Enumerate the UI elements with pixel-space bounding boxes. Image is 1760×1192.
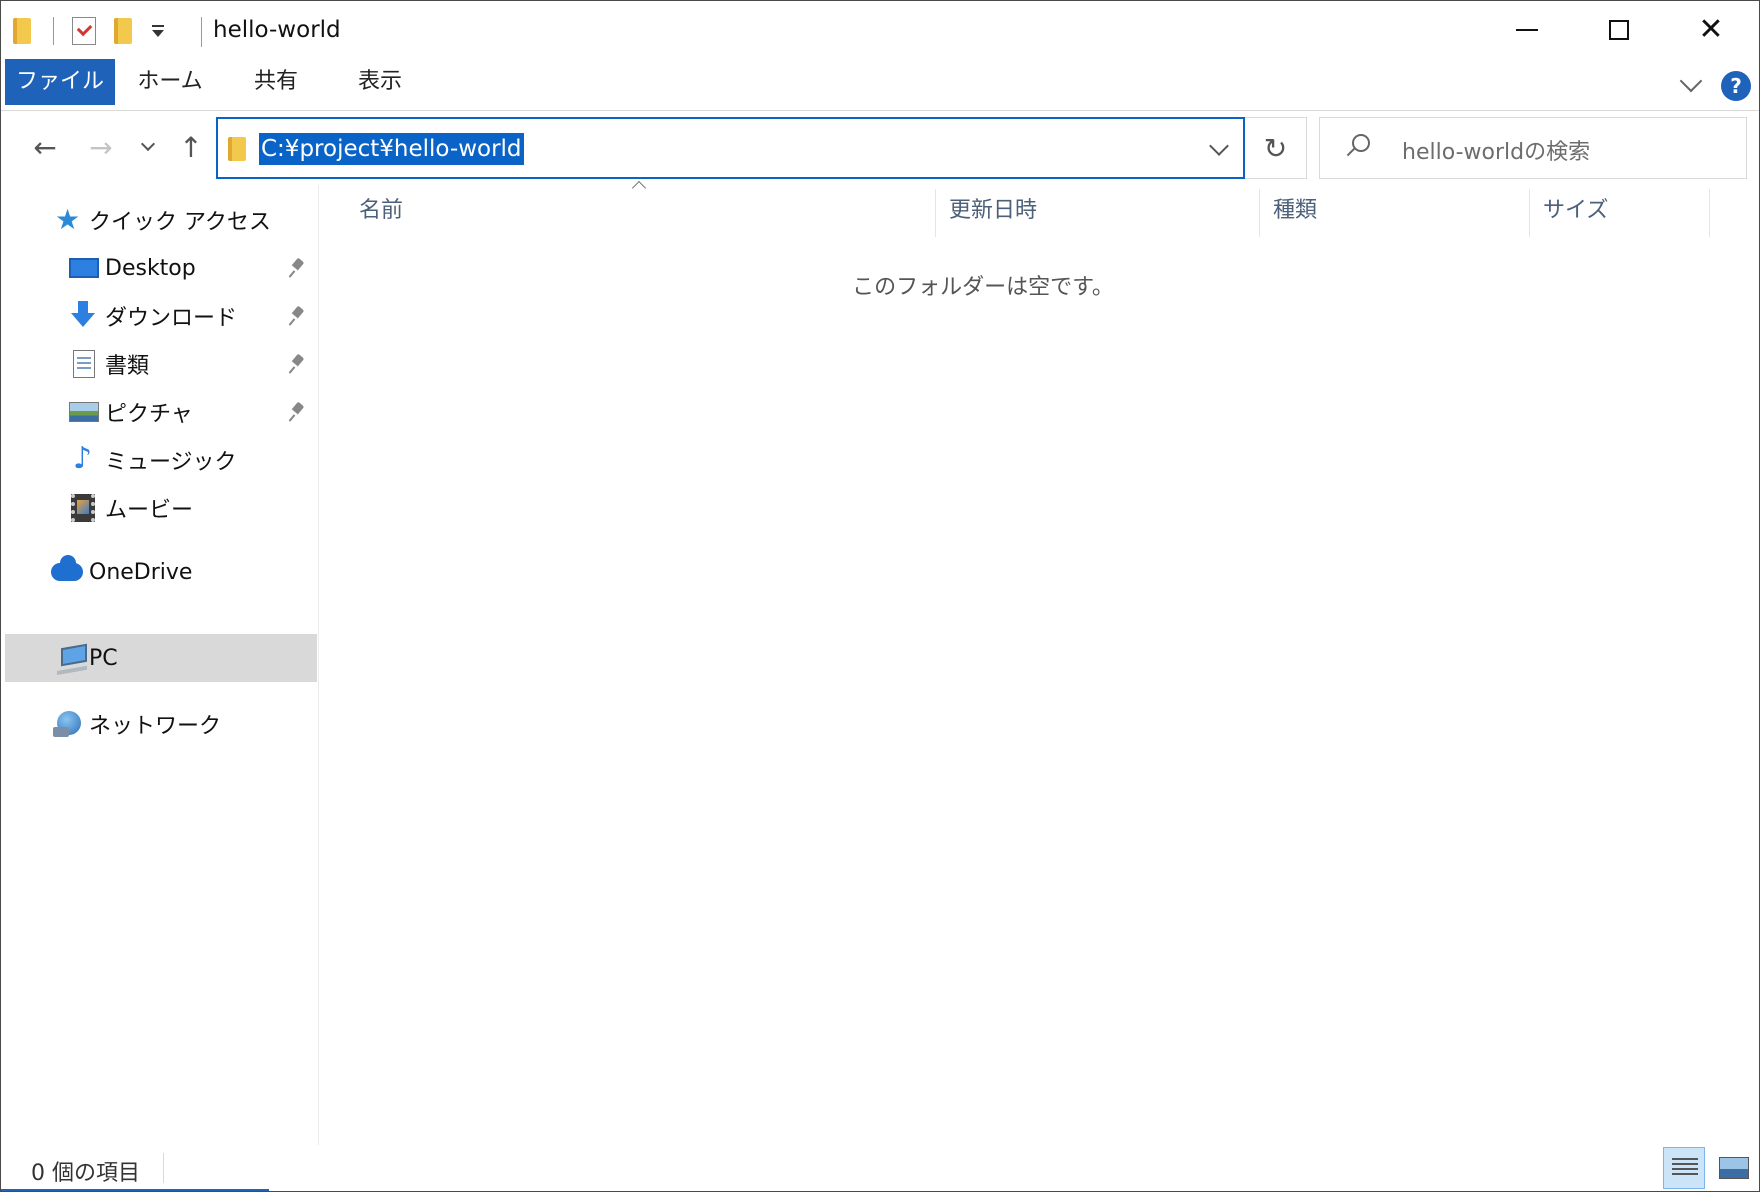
refresh-button[interactable]: ↻ [1245,117,1307,179]
movie-icon [71,494,95,522]
back-button[interactable]: ← [25,127,65,167]
address-history-chevron-icon[interactable] [1209,136,1229,156]
forward-button[interactable]: → [81,127,121,167]
item-count: 0 個の項目 [31,1161,140,1186]
folder-icon[interactable] [13,18,31,44]
tab-share[interactable]: 共有 [243,59,309,105]
column-header-type[interactable]: 種類 [1273,185,1513,237]
close-icon: ✕ [1698,12,1724,47]
sidebar-item-onedrive[interactable]: OneDrive [1,549,317,595]
minimize-button[interactable] [1481,1,1573,59]
sidebar-item-label: クイック アクセス [89,210,271,235]
download-icon [69,301,99,329]
column-header-name[interactable]: 名前 [359,185,899,237]
sidebar-item-label: ネットワーク [89,714,222,739]
address-bar[interactable]: C:¥project¥hello-world [216,117,1245,179]
sidebar-item-label: Desktop [105,255,196,281]
help-button[interactable]: ? [1721,71,1751,101]
sidebar-item-pc[interactable]: PC [5,634,317,682]
tab-view[interactable]: 表示 [347,59,413,105]
large-icons-view-button[interactable] [1713,1147,1755,1189]
column-divider[interactable] [1709,189,1710,237]
title-bar: hello-world ✕ [1,1,1759,59]
search-icon [1352,134,1370,152]
sidebar-item-label: OneDrive [89,559,193,585]
file-list-area: 名前 更新日時 種類 サイズ このフォルダーは空です。 [321,180,1741,1145]
desktop-icon [69,258,99,278]
sidebar-item-music[interactable]: ♪ ミュージック [1,437,317,483]
search-box[interactable]: hello-worldの検索 [1319,117,1747,179]
sidebar-item-label: ダウンロード [105,306,238,331]
sidebar-item-pictures[interactable]: ピクチャ [1,389,317,435]
pin-icon[interactable] [289,401,307,423]
maximize-button[interactable] [1573,1,1665,59]
status-bar: 0 個の項目 [1,1145,1759,1191]
new-folder-icon[interactable] [114,18,132,44]
recent-locations-chevron-icon[interactable] [133,127,163,167]
details-view-button[interactable] [1663,1147,1705,1189]
pin-icon[interactable] [289,353,307,375]
sidebar-item-quick-access[interactable]: ★ クイック アクセス [1,197,317,243]
up-button[interactable]: ↑ [171,127,211,167]
sidebar-item-label: 書類 [105,354,150,379]
column-header-date-modified[interactable]: 更新日時 [949,185,1249,237]
column-divider[interactable] [935,189,936,237]
star-icon: ★ [55,203,81,236]
column-divider[interactable] [1529,189,1530,237]
column-header-size[interactable]: サイズ [1543,185,1703,237]
pc-icon [61,643,87,667]
title-separator [201,17,202,47]
navigation-pane: ★ クイック アクセス Desktop ダウンロード 書類 ピクチャ ♪ ミュー… [1,185,319,1145]
expand-ribbon-chevron-icon[interactable] [1677,69,1705,97]
quick-access-toolbar [13,15,164,47]
minimize-icon [1516,29,1538,31]
window-title: hello-world [213,17,341,43]
customize-toolbar-dropdown-icon[interactable] [152,24,164,37]
maximize-icon [1609,20,1629,40]
sidebar-item-movies[interactable]: ムービー [1,485,317,531]
sidebar-item-label: ミュージック [105,450,237,475]
file-explorer-window: hello-world ✕ ファイル ホーム 共有 表示 ? ← → ↑ C:¥… [0,0,1760,1192]
tab-file[interactable]: ファイル [5,59,115,105]
navigation-bar: ← → ↑ C:¥project¥hello-world ↻ hello-wor… [1,111,1759,185]
onedrive-cloud-icon [51,555,83,581]
sidebar-item-label: PC [89,645,118,671]
folder-icon [228,137,246,161]
network-icon [53,711,81,737]
status-separator [163,1153,164,1183]
address-input[interactable]: C:¥project¥hello-world [259,133,524,165]
search-input[interactable]: hello-worldの検索 [1402,134,1590,166]
document-icon [73,350,95,378]
music-icon: ♪ [73,441,93,476]
tab-home[interactable]: ホーム [131,59,209,105]
sidebar-item-documents[interactable]: 書類 [1,341,317,387]
column-divider[interactable] [1259,189,1260,237]
sidebar-item-label: ムービー [105,498,194,523]
toolbar-separator [53,17,54,45]
ribbon-tabs: ファイル ホーム 共有 表示 [1,59,1759,111]
picture-icon [69,402,99,422]
sidebar-item-network[interactable]: ネットワーク [1,701,317,747]
empty-folder-message: このフォルダーは空です。 [852,275,1114,300]
pin-icon[interactable] [289,305,307,327]
sidebar-item-label: ピクチャ [105,402,193,427]
close-button[interactable]: ✕ [1665,1,1757,59]
properties-icon[interactable] [72,17,96,45]
